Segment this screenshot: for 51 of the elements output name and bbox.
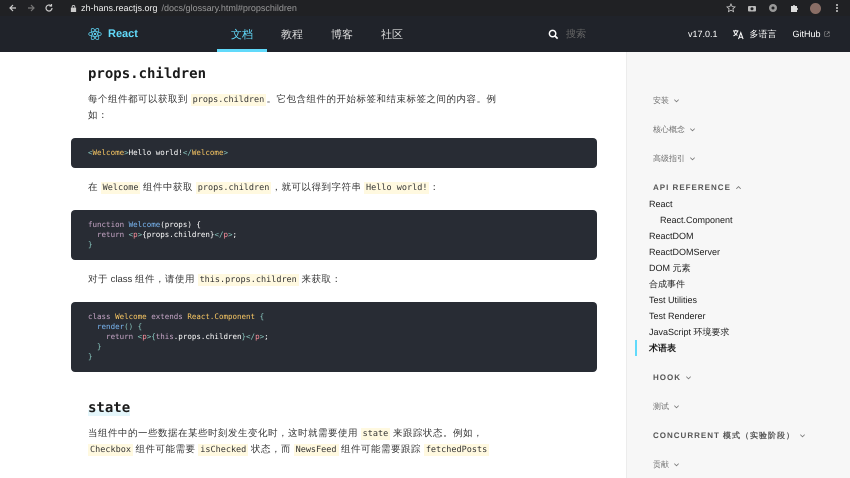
- paragraph: 每个组件都可以获取到 props.children 。它包含组件的开始标签和结束标签之间的内容。例如：: [88, 93, 498, 123]
- version-link[interactable]: v17.0.1: [688, 29, 718, 39]
- nav-tab[interactable]: 博客: [317, 16, 367, 52]
- chevron-icon: [689, 126, 696, 133]
- sidebar-link[interactable]: 术语表: [635, 340, 676, 356]
- sidebar-link[interactable]: ReactDOMServer: [635, 244, 720, 260]
- brand-name: React: [108, 28, 138, 40]
- sidebar-link[interactable]: JavaScript 环境要求: [635, 324, 730, 340]
- sidebar-section-toggle[interactable]: 核心概念: [649, 115, 850, 144]
- translate-icon: [732, 28, 745, 40]
- nav-tab[interactable]: 教程: [267, 16, 317, 52]
- puzzle-icon[interactable]: [789, 3, 799, 13]
- paragraph: 当组件中的一些数据在某些时刻发生变化时，这时就需要使用 state 来跟踪状态。例如， Checkbox 组件可能需要 isChecked 状态，而 NewsFeed 组件可能需要跟踪 fetchedPosts: [88, 427, 490, 458]
- paragraph: 在 Welcome 组件中获取 props.children ，就可以得到字符串 Hello world! ：: [88, 181, 440, 196]
- chevron-icon: [673, 403, 680, 410]
- chevron-icon: [685, 374, 692, 381]
- search-field[interactable]: 搜索: [564, 28, 648, 40]
- sidebar-section-toggle[interactable]: HOOK: [649, 363, 850, 392]
- section-heading: state: [88, 400, 130, 416]
- chevron-icon: [673, 461, 680, 468]
- sidebar-section-toggle[interactable]: 高级指引: [649, 144, 850, 173]
- nav-tab[interactable]: 社区: [367, 16, 417, 52]
- camera-icon[interactable]: [747, 3, 757, 13]
- language-link[interactable]: 多语言: [750, 28, 777, 40]
- sidebar-link[interactable]: React.Component: [635, 212, 733, 228]
- github-link[interactable]: GitHub: [792, 29, 821, 39]
- sidebar-section-toggle[interactable]: 贡献: [649, 450, 850, 478]
- sidebar-section-toggle[interactable]: 测试: [649, 392, 850, 421]
- sidebar-link[interactable]: DOM 元素: [635, 260, 690, 276]
- sidebar-section-toggle[interactable]: CONCURRENT 模式（实验阶段）: [649, 421, 850, 450]
- avatar[interactable]: [810, 2, 821, 14]
- sidebar-link[interactable]: Test Renderer: [635, 308, 706, 324]
- sidebar-section-toggle[interactable]: 安装: [649, 86, 850, 115]
- back-icon[interactable]: [8, 3, 18, 13]
- external-link-icon: [824, 31, 830, 37]
- sidebar-link[interactable]: ReactDOM: [635, 228, 694, 244]
- chevron-icon: [673, 97, 680, 104]
- reload-icon[interactable]: [44, 3, 54, 13]
- star-icon[interactable]: [726, 3, 736, 13]
- section-heading: props.children: [88, 66, 206, 82]
- chevron-icon: [734, 184, 742, 191]
- sidebar-link[interactable]: 合成事件: [635, 276, 685, 292]
- sidebar-link[interactable]: Test Utilities: [635, 292, 698, 308]
- forward-icon[interactable]: [26, 3, 36, 13]
- search-icon: [548, 28, 559, 40]
- chevron-icon: [799, 432, 806, 439]
- brand-link[interactable]: React: [88, 27, 217, 41]
- chevron-icon: [689, 155, 696, 162]
- lock-icon: [70, 4, 77, 12]
- react-logo-icon: [88, 27, 102, 41]
- paragraph: 对于 class 组件，请使用 this.props.children 来获取：: [88, 273, 342, 288]
